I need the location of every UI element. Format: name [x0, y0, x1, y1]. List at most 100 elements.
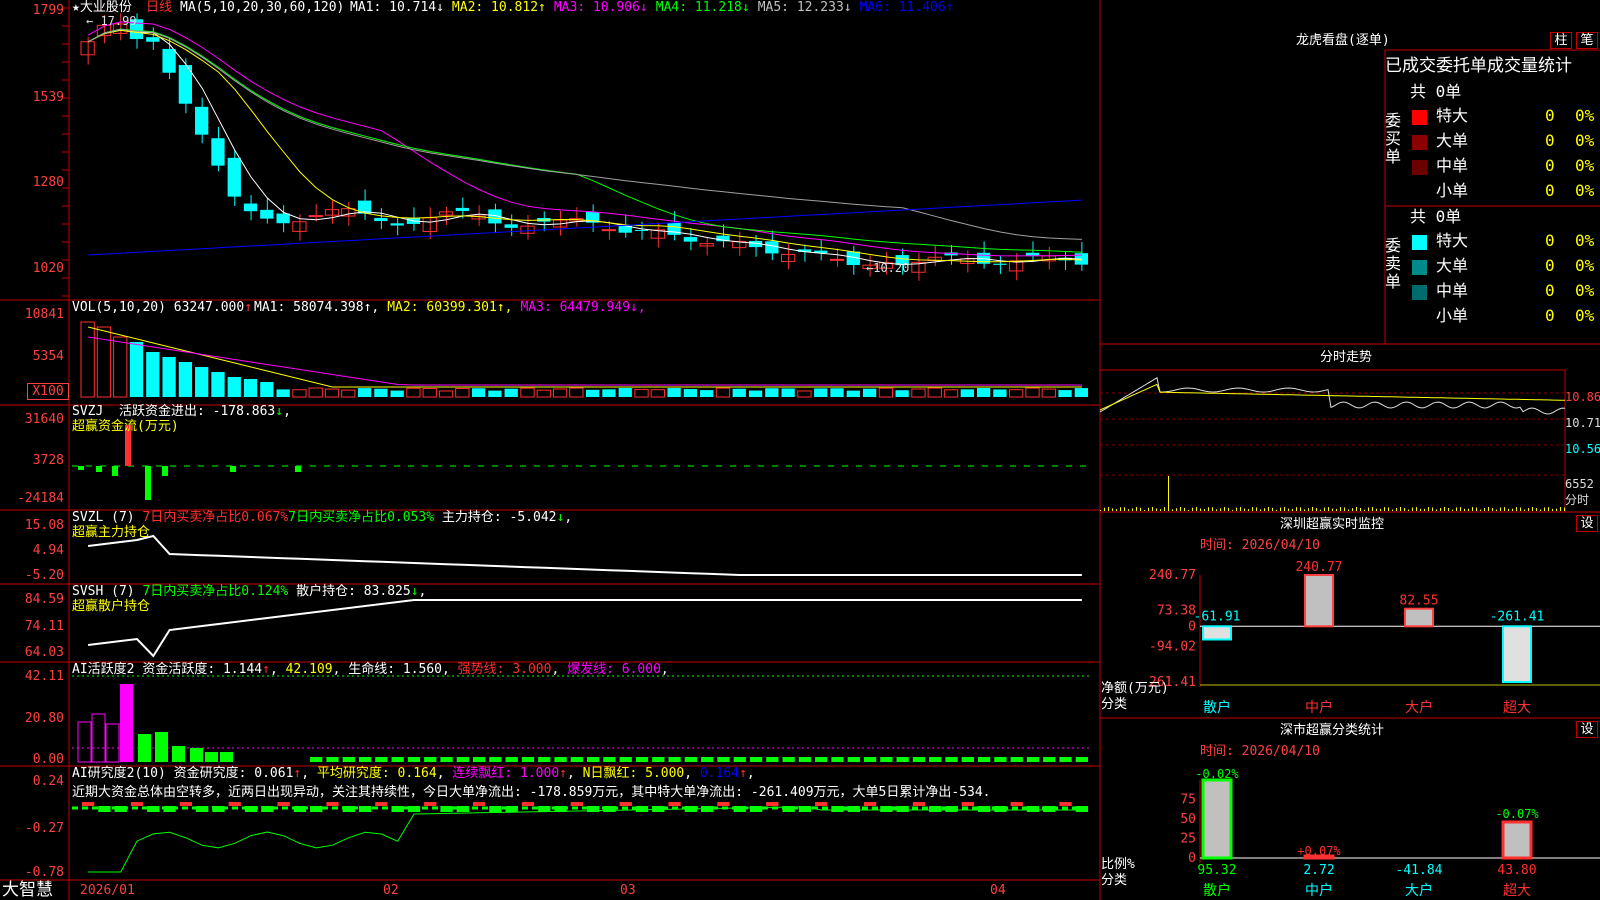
sz-monitor-category: 中户	[1305, 699, 1333, 716]
ma1-line	[87, 29, 1082, 266]
ma-label-ma6: MA6: 11.406↑	[859, 0, 954, 15]
kline-chart-svg[interactable]: 240.77 73.38 0 -94.02 -261.41 -61.91 散户 240.77 中…	[0, 0, 1600, 900]
ai-active-bar-small	[391, 757, 404, 762]
svzj-sublabel: 超赢资金流(万元)	[72, 419, 179, 434]
volume-bar	[765, 388, 779, 397]
ai-research-bar	[228, 802, 241, 806]
sz-class-value-label: 95.32	[1197, 863, 1236, 878]
ai-research-bar	[1026, 806, 1040, 812]
ma-label-ma1: MA1: 10.714↓	[350, 0, 444, 15]
ai-active-bar-small	[880, 757, 893, 762]
sz-class-value-label: -41.84	[1396, 863, 1443, 878]
svzj-header: SVZJ 活跃资金进出: -178.863↓,	[72, 404, 291, 419]
row-pct: 0%	[1575, 156, 1595, 175]
intraday-axis-3: 10.56	[1565, 442, 1600, 456]
intraday-volume	[1528, 507, 1529, 511]
period-label[interactable]: 日线	[146, 0, 172, 15]
ai-research-axis-2: -0.27	[24, 821, 64, 836]
row-pct: 0%	[1575, 231, 1595, 250]
ai-active-bar-small	[717, 757, 730, 762]
intraday-volume	[1260, 509, 1261, 511]
row-swatch-1	[1412, 260, 1427, 275]
ai-active-bar-small	[587, 757, 600, 762]
row-label: 特大	[1436, 106, 1469, 125]
ai-active-bar	[190, 748, 203, 762]
main-chart-area[interactable]: 240.77 73.38 0 -94.02 -261.41 -61.91 散户 240.77 中…	[0, 0, 1600, 900]
ai-active-bar-small	[668, 757, 681, 762]
sz-class-bar-超大	[1501, 820, 1533, 860]
sz-class-axis-label-2: 25	[1180, 832, 1196, 847]
ai-research-bar	[847, 806, 860, 812]
sz-class-settings-button[interactable]: 设	[1576, 721, 1598, 738]
intraday-volume	[1288, 508, 1289, 511]
ai-research-bar	[424, 802, 437, 806]
intraday-volume	[1492, 508, 1493, 511]
vol-unit[interactable]: X100	[27, 383, 69, 400]
candle-body	[162, 48, 176, 73]
volume-bar	[732, 388, 746, 397]
sz-monitor-axis-label-1: 73.38	[1157, 604, 1196, 619]
ai-active-bar-small	[521, 757, 535, 762]
candle-body	[601, 229, 617, 232]
ai-research-bar	[1010, 802, 1023, 806]
intraday-volume	[1368, 507, 1369, 511]
intraday-title: 分时走势	[1320, 350, 1373, 365]
ai-research-bar	[994, 806, 1007, 812]
intraday-volume	[1456, 507, 1457, 511]
sz-monitor-settings-button[interactable]: 设	[1576, 515, 1598, 532]
volume-bar	[1041, 388, 1056, 398]
ai-active-bar	[205, 752, 218, 762]
ma6-line	[88, 199, 1082, 256]
ma-labels: MA1: 10.714↓ MA2: 10.812↑ MA3: 10.906↓ MA4:…	[350, 0, 962, 15]
intraday-volume	[1188, 509, 1189, 511]
intraday-volume	[1212, 507, 1213, 511]
svzj-bar	[112, 466, 118, 476]
tick-mode-button[interactable]: 笔	[1576, 32, 1598, 49]
intraday-volume	[1424, 508, 1425, 511]
ai-research-line	[88, 806, 1082, 873]
row-swatch-3	[1412, 185, 1427, 200]
vol-header: VOL(5,10,20) 63247.000↑	[72, 300, 253, 315]
volume-bar	[406, 387, 421, 398]
sz-class-axis-label-1: 50	[1180, 812, 1196, 827]
volume-bar	[211, 372, 225, 397]
intraday-volume	[1412, 507, 1413, 511]
sz-monitor-title: 深圳超赢实时监控	[1280, 517, 1385, 532]
intraday-volume	[1236, 507, 1237, 511]
ai-research-axis-3: -0.78	[24, 865, 64, 880]
ai-research-bar	[554, 806, 567, 812]
ai-active-bar-small	[896, 757, 909, 762]
bar-mode-button[interactable]: 柱	[1550, 32, 1572, 49]
ai-research-bar	[179, 802, 193, 806]
svsh-line	[87, 599, 1082, 658]
ai-research-bar	[766, 802, 779, 806]
date-label-2: 02	[383, 883, 399, 898]
intraday-volume	[1156, 508, 1157, 511]
ai-research-bar	[1043, 806, 1056, 812]
candle-body	[146, 37, 160, 42]
ai-active-bar	[138, 734, 151, 762]
ai-active-axis-3: 0.00	[32, 752, 64, 767]
ai-research-bar	[375, 802, 388, 806]
volume-bar	[227, 377, 241, 397]
high-annotation: ← 17.99	[86, 14, 137, 28]
ai-active-bar	[220, 752, 233, 762]
intraday-volume	[1144, 509, 1145, 511]
intraday-volume	[1564, 507, 1565, 511]
date-label-3: 03	[620, 883, 636, 898]
ai-research-bar	[782, 806, 795, 812]
volume-bar	[569, 387, 584, 398]
intraday-volume	[1516, 507, 1517, 511]
volume-bar	[471, 388, 486, 397]
intraday-volume	[1532, 507, 1533, 511]
intraday-volume	[1420, 508, 1421, 511]
sz-monitor-time: 时间: 2026/04/10	[1200, 538, 1320, 553]
svzl-header: SVZL (7) 7日内买卖净占比0.067%7日内买卖净占比0.053% 主力…	[72, 510, 573, 525]
ai-research-bar	[472, 802, 486, 806]
intraday-volume	[1404, 507, 1405, 511]
intraday-volume	[1224, 507, 1225, 511]
volume-bar	[357, 388, 372, 397]
svzl-axis-3: -5.20	[24, 568, 64, 583]
ai-active-bar-small	[538, 757, 551, 762]
intraday-volume	[1140, 507, 1141, 511]
